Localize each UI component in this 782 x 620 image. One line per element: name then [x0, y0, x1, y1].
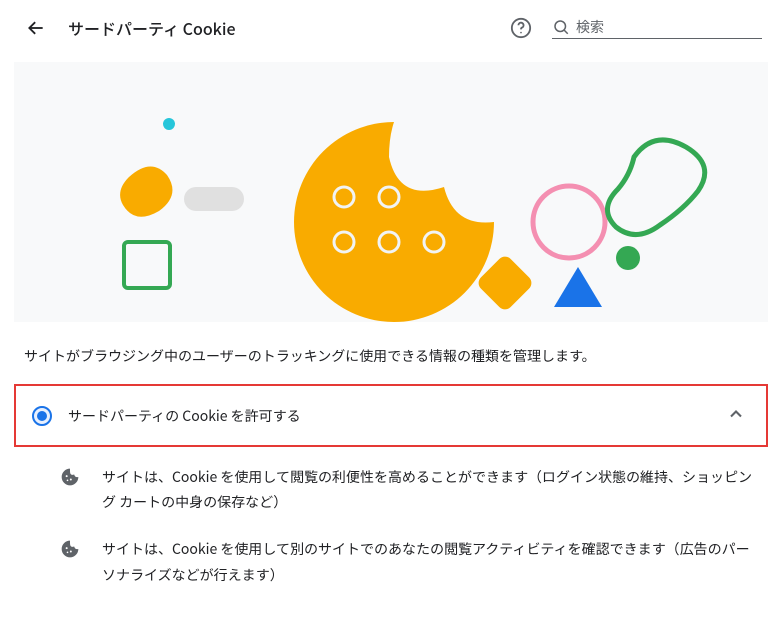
list-item: サイトは、Cookie を使用して閲覧の利便性を高めることができます（ログイン状…: [60, 465, 758, 515]
option-label: サードパーティの Cookie を許可する: [68, 406, 706, 426]
search-input[interactable]: [576, 19, 756, 35]
help-button[interactable]: [506, 13, 536, 43]
option-detail-list: サイトは、Cookie を使用して閲覧の利便性を高めることができます（ログイン状…: [0, 447, 782, 620]
cookie-icon: [60, 539, 80, 559]
back-button[interactable]: [20, 12, 52, 44]
list-item: サイトは、Cookie を使用して別のサイトでのあなたの閲覧アクティビティを確認…: [60, 537, 758, 587]
help-icon: [510, 17, 532, 39]
radio-selected[interactable]: [32, 406, 52, 426]
cookie-illustration-svg: [14, 62, 768, 322]
hero-illustration: [14, 62, 768, 322]
page-title: サードパーティ Cookie: [68, 16, 236, 40]
page-header: サードパーティ Cookie: [0, 0, 782, 52]
cookie-icon: [60, 467, 80, 487]
section-description: サイトがブラウジング中のユーザーのトラッキングに使用できる情報の種類を管理します…: [0, 322, 782, 384]
chevron-up-icon: [726, 404, 746, 424]
list-item-text: サイトは、Cookie を使用して別のサイトでのあなたの閲覧アクティビティを確認…: [102, 537, 758, 587]
search-icon: [552, 18, 570, 36]
arrow-left-icon: [26, 18, 46, 38]
list-item-text: サイトは、Cookie を使用して閲覧の利便性を高めることができます（ログイン状…: [102, 465, 758, 515]
collapse-button[interactable]: [722, 400, 750, 431]
search-field[interactable]: [552, 18, 762, 39]
allow-third-party-cookie-option[interactable]: サードパーティの Cookie を許可する: [14, 384, 768, 447]
